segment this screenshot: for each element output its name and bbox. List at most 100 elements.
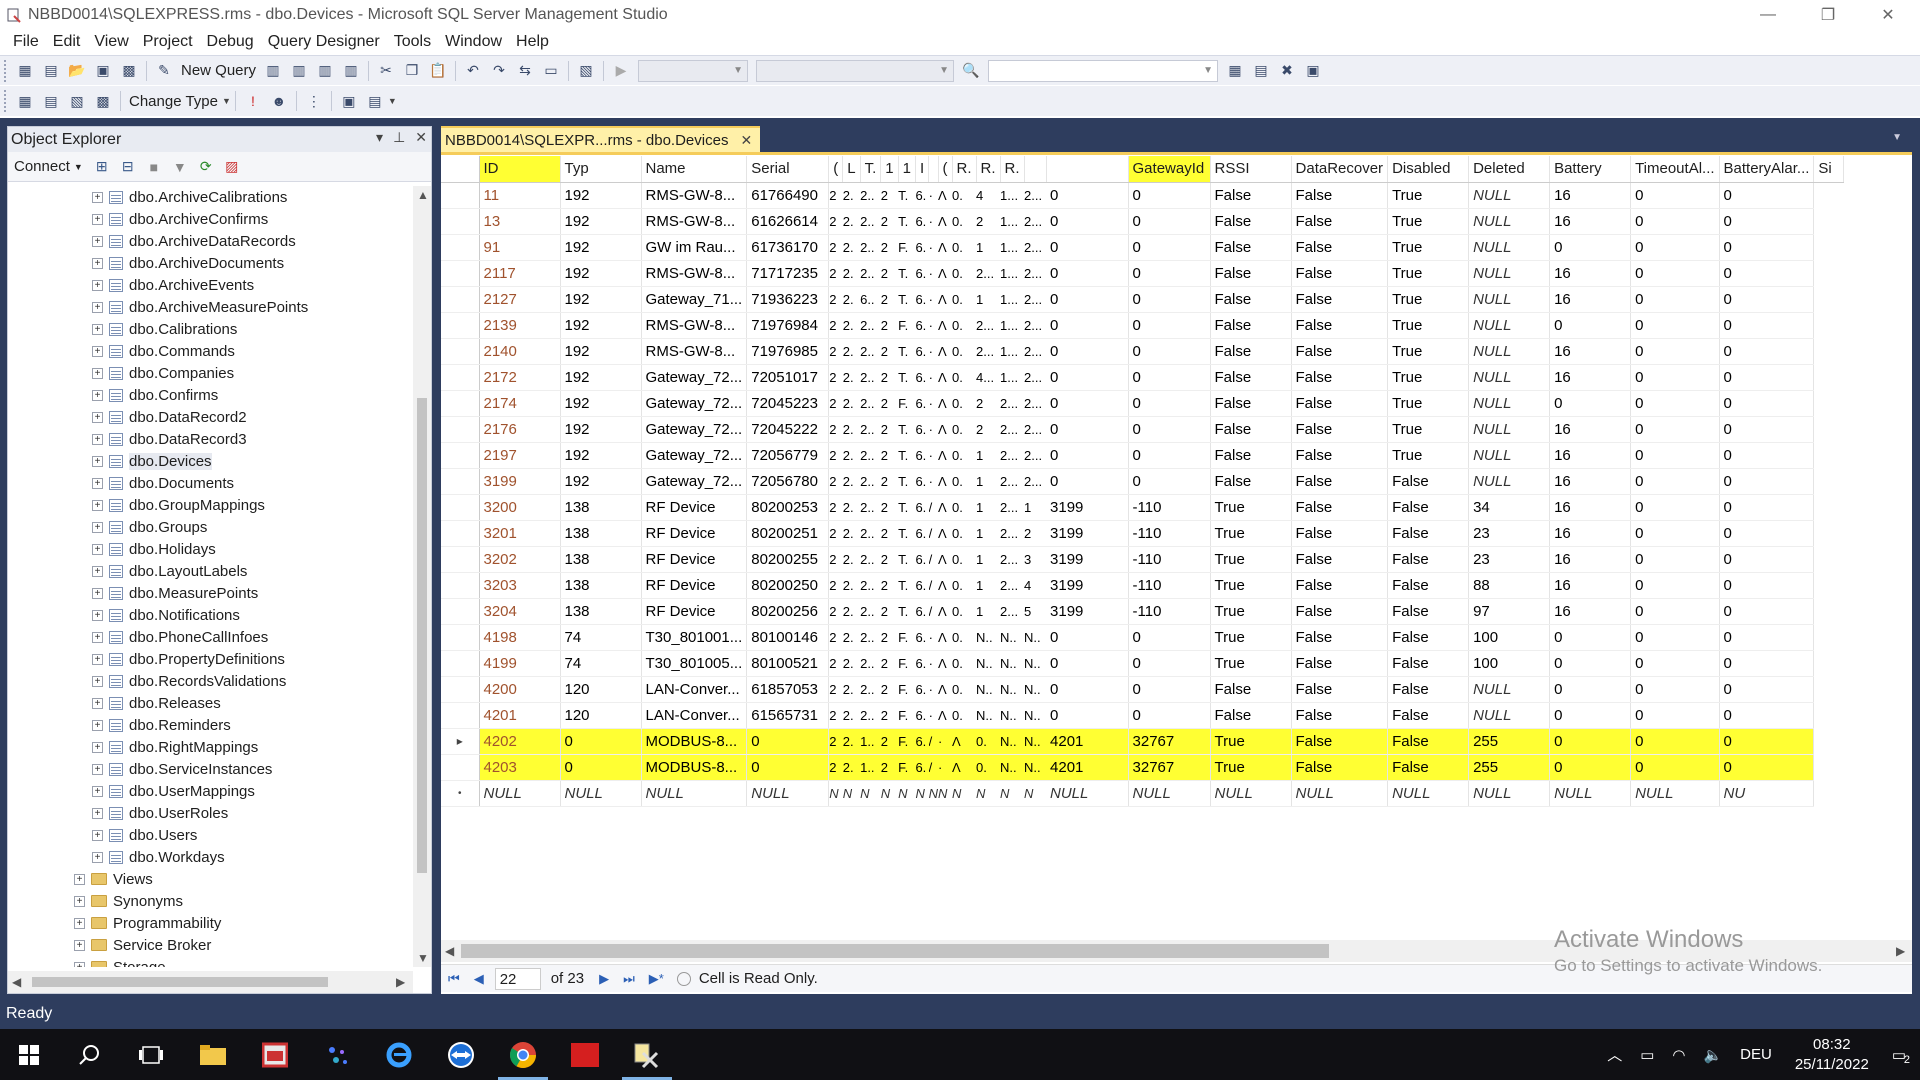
tree-item-table[interactable]: + dbo.Notifications [8, 604, 413, 626]
table-cell[interactable]: N.. [1000, 754, 1025, 781]
table-cell[interactable]: NULL [1468, 442, 1551, 469]
scroll-left-icon[interactable]: ◀ [12, 975, 21, 989]
table-cell[interactable]: F. [898, 624, 916, 651]
table-cell[interactable]: 138 [560, 546, 642, 573]
tree-item-folder[interactable]: + Views [8, 868, 413, 890]
table-row[interactable]: 4198 74 T30_801001... 80100146 2 2. 2.. 2 F. 6. · Λ… [441, 624, 1844, 651]
table-cell[interactable]: 0 [1719, 650, 1815, 677]
table-cell[interactable]: 0 [1046, 312, 1129, 339]
table-cell[interactable]: 6. [915, 286, 929, 313]
menu-edit[interactable]: Edit [46, 29, 88, 54]
table-cell[interactable]: 2176 [479, 416, 561, 443]
table-cell[interactable]: Λ [938, 624, 953, 651]
table-cell[interactable]: 0 [1549, 650, 1632, 677]
tree-item-table[interactable]: + dbo.UserMappings [8, 780, 413, 802]
table-cell[interactable]: 1... [1000, 234, 1025, 261]
table-cell[interactable]: 2 [880, 494, 899, 521]
table-cell[interactable]: 2.. [860, 650, 881, 677]
table-cell[interactable]: 4201 [1046, 728, 1129, 755]
table-cell[interactable]: 2... [1000, 390, 1025, 417]
table-cell[interactable]: 3201 [479, 520, 561, 547]
table-cell[interactable]: N.. [1000, 728, 1025, 755]
table-cell[interactable]: · [938, 754, 953, 781]
tree-item-table[interactable]: + dbo.ArchiveCalibrations [8, 186, 413, 208]
table-cell[interactable]: 2.. [860, 624, 881, 651]
table-cell[interactable]: 4... [976, 364, 1001, 391]
table-cell[interactable]: 2 [880, 520, 899, 547]
add-derived-table-icon[interactable]: ▤ [364, 90, 386, 112]
new-row-cell[interactable]: NULL [1468, 780, 1551, 807]
table-cell[interactable]: False [1291, 650, 1389, 677]
table-cell[interactable]: -110 [1128, 572, 1211, 599]
table-cell[interactable]: 2 [828, 598, 843, 625]
table-cell[interactable]: 0 [1128, 260, 1211, 287]
tree-item-table[interactable]: + dbo.UserRoles [8, 802, 413, 824]
table-cell[interactable]: 2.. [860, 364, 881, 391]
table-cell[interactable]: F. [898, 390, 916, 417]
table-cell[interactable]: 6. [915, 598, 929, 625]
table-cell[interactable]: 1 [976, 520, 1001, 547]
table-cell[interactable]: 2. [842, 390, 861, 417]
table-cell[interactable]: 0. [952, 390, 977, 417]
table-cell[interactable]: Gateway_72... [641, 390, 748, 417]
table-cell[interactable]: 2 [828, 234, 843, 261]
table-cell[interactable]: 1 [976, 442, 1001, 469]
table-cell[interactable]: · [928, 338, 939, 365]
row-header[interactable] [441, 338, 480, 365]
table-cell[interactable]: 13 [479, 208, 561, 235]
tree-item-table[interactable]: + dbo.Confirms [8, 384, 413, 406]
table-cell[interactable]: 97 [1468, 598, 1551, 625]
table-cell[interactable]: 2 [828, 312, 843, 339]
expand-icon[interactable]: + [92, 477, 103, 489]
table-cell[interactable]: 6.. [860, 286, 881, 313]
table-cell[interactable]: 0 [1549, 676, 1632, 703]
expand-icon[interactable]: + [92, 323, 103, 335]
table-cell[interactable]: 0 [1046, 702, 1129, 729]
table-cell[interactable]: 0 [1630, 182, 1720, 209]
table-cell[interactable]: 0 [1630, 390, 1720, 417]
table-cell[interactable]: 1 [976, 546, 1001, 573]
table-cell[interactable]: False [1291, 364, 1389, 391]
table-cell[interactable]: False [1387, 702, 1470, 729]
table-cell[interactable]: 0 [1128, 312, 1211, 339]
table-cell[interactable]: 11 [479, 182, 561, 209]
tree-item-table[interactable]: + dbo.RightMappings [8, 736, 413, 758]
column-header[interactable]: RSSI [1210, 156, 1292, 183]
table-cell[interactable]: NULL [1468, 702, 1551, 729]
table-cell[interactable]: False [1387, 468, 1470, 495]
table-row[interactable]: 2139 192 RMS-GW-8... 71976984 2 2. 2.. 2 F. 6. · Λ 0… [441, 312, 1844, 339]
clock[interactable]: 08:32 25/11/2022 [1795, 1035, 1869, 1075]
table-cell[interactable]: 2... [1000, 598, 1025, 625]
table-cell[interactable]: Λ [938, 260, 953, 287]
table-cell[interactable]: NULL [1468, 364, 1551, 391]
table-cell[interactable]: -110 [1128, 494, 1211, 521]
table-cell[interactable]: 2 [880, 572, 899, 599]
table-cell[interactable]: 2.. [860, 520, 881, 547]
column-header[interactable]: TimeoutAl... [1630, 156, 1720, 183]
table-cell[interactable]: 0 [1719, 728, 1815, 755]
table-cell[interactable]: 0 [1128, 650, 1211, 677]
new-row-cell[interactable]: N [898, 780, 916, 807]
new-row-cell[interactable]: NULL [641, 780, 748, 807]
table-cell[interactable]: 0. [952, 312, 977, 339]
database-engine-query-icon[interactable]: ▥ [262, 60, 284, 82]
table-cell[interactable]: 4200 [479, 676, 561, 703]
menu-project[interactable]: Project [136, 29, 200, 54]
column-header[interactable]: Disabled [1387, 156, 1470, 183]
calendar-app[interactable] [244, 1029, 306, 1080]
table-cell[interactable]: T30_801005... [641, 650, 748, 677]
table-cell[interactable]: 0 [1719, 754, 1815, 781]
table-cell[interactable]: 0 [1719, 286, 1815, 313]
table-cell[interactable]: 0. [952, 286, 977, 313]
row-header[interactable] [441, 754, 480, 781]
table-cell[interactable]: 2. [842, 182, 861, 209]
stop-icon[interactable]: ■ [143, 156, 165, 178]
panel-dropdown-icon[interactable]: ▾ [376, 129, 383, 146]
table-cell[interactable]: 2172 [479, 364, 561, 391]
table-cell[interactable]: 0. [952, 416, 977, 443]
table-cell[interactable]: 6. [915, 364, 929, 391]
new-row-cell[interactable]: N [976, 780, 1001, 807]
new-row-cell[interactable]: N [880, 780, 899, 807]
table-cell[interactable]: 2 [828, 702, 843, 729]
table-cell[interactable]: 138 [560, 520, 642, 547]
